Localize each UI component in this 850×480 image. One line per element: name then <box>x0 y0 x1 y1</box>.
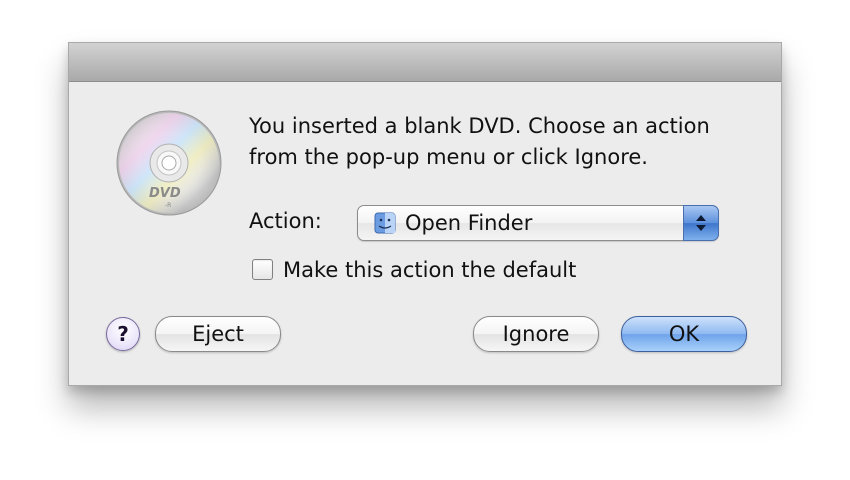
finder-icon <box>374 212 396 234</box>
svg-text:-R: -R <box>165 202 171 209</box>
blank-dvd-dialog: DVD -R You inserted a blank DVD. Choose … <box>68 42 782 386</box>
help-icon: ? <box>117 322 129 346</box>
dialog-titlebar[interactable] <box>69 43 781 82</box>
dvd-badge: DVD <box>149 186 181 201</box>
eject-button[interactable]: Eject <box>155 316 281 352</box>
popup-selected-value: Open Finder <box>405 211 533 235</box>
default-checkbox[interactable] <box>252 259 273 280</box>
action-popup-menu[interactable]: Open Finder <box>357 205 719 241</box>
ok-button[interactable]: OK <box>621 316 747 352</box>
dialog-message: You inserted a blank DVD. Choose an acti… <box>249 111 759 173</box>
updown-arrows-icon[interactable] <box>683 205 719 241</box>
dvd-disc-icon: DVD -R <box>116 110 222 216</box>
ignore-button[interactable]: Ignore <box>473 316 599 352</box>
message-line-2: from the pop-up menu or click Ignore. <box>249 145 648 169</box>
action-label: Action: <box>249 209 322 233</box>
message-line-1: You inserted a blank DVD. Choose an acti… <box>249 114 710 138</box>
default-checkbox-label[interactable]: Make this action the default <box>283 256 576 284</box>
screen: DVD -R You inserted a blank DVD. Choose … <box>0 0 850 480</box>
help-button[interactable]: ? <box>106 317 140 351</box>
